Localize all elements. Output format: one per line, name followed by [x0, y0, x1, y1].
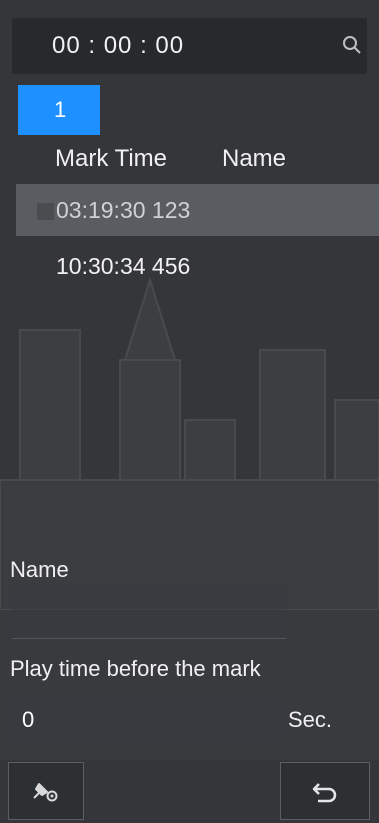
column-header-mark-time: Mark Time: [55, 145, 168, 172]
row-checkbox[interactable]: [36, 202, 55, 221]
back-button[interactable]: [280, 762, 370, 820]
name-input[interactable]: [12, 590, 286, 639]
name-label: Name: [10, 557, 69, 582]
play-time-label: Play time before the mark: [10, 656, 261, 681]
back-icon: [312, 783, 337, 803]
time-input[interactable]: 00 : 00 : 00: [52, 32, 184, 60]
play-time-input[interactable]: [12, 700, 282, 740]
mark-settings-icon: [33, 783, 58, 802]
mark-time: 03:19:30 123: [56, 197, 191, 223]
column-header-name: Name: [222, 145, 287, 172]
mark-time: 10:30:34 456: [56, 253, 191, 279]
search-icon[interactable]: [341, 34, 363, 56]
list-item[interactable]: 03:19:30 123: [16, 184, 379, 236]
mark-list-panel: 00 : 00 : 00 1 Mark Time Name 03:19:30 1…: [0, 0, 379, 823]
seconds-unit-label: Sec.: [288, 707, 333, 732]
mark-settings-button[interactable]: [8, 762, 84, 820]
time-search-bar: 00 : 00 : 00: [12, 18, 367, 74]
list-item[interactable]: 10:30:34 456: [16, 240, 379, 292]
bottom-toolbar: [0, 760, 379, 823]
page-tab-1[interactable]: 1: [18, 85, 100, 135]
